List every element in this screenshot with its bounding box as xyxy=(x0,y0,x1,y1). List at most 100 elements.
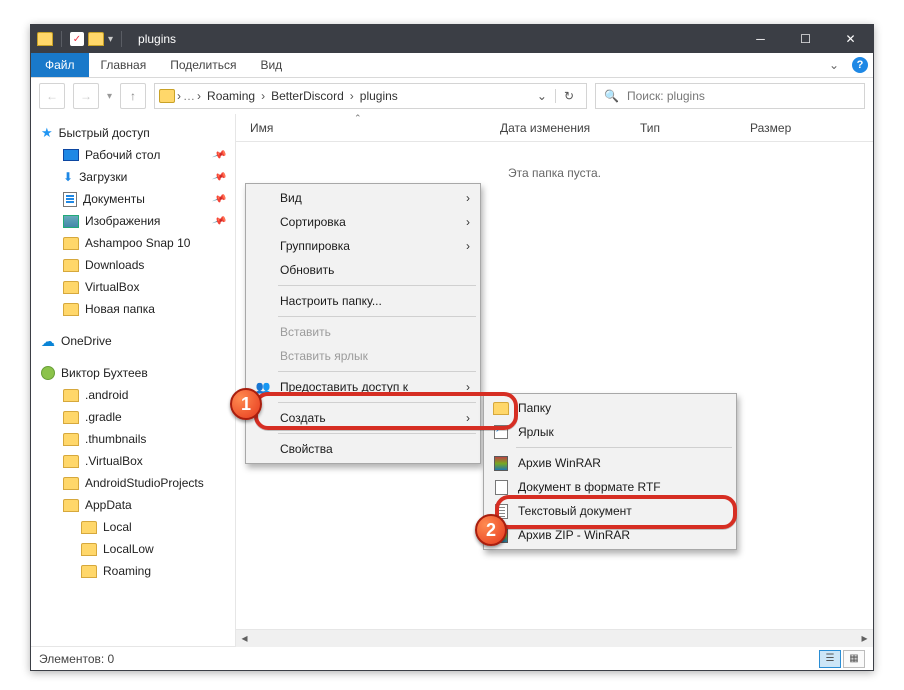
folder-icon xyxy=(63,259,79,272)
context-menu: Вид› Сортировка› Группировка› Обновить Н… xyxy=(245,183,481,464)
folder-icon xyxy=(63,477,79,490)
cloud-icon: ☁ xyxy=(41,333,55,350)
sidebar-pictures[interactable]: Изображения📌 xyxy=(31,210,235,232)
new-folder-qat-icon[interactable] xyxy=(88,32,104,46)
folder-icon xyxy=(63,455,79,468)
recent-dropdown-icon[interactable]: ▾ xyxy=(107,91,112,102)
folder-icon xyxy=(63,433,79,446)
shortcut-icon xyxy=(492,424,510,440)
close-button[interactable]: ✕ xyxy=(828,25,873,53)
menu-create[interactable]: Создать› xyxy=(248,406,478,430)
file-tab[interactable]: Файл xyxy=(31,53,89,77)
folder-icon xyxy=(63,281,79,294)
document-icon xyxy=(63,192,77,207)
submenu-zip[interactable]: Архив ZIP - WinRAR xyxy=(486,523,734,547)
sidebar-item[interactable]: Новая папка xyxy=(31,298,235,320)
submenu-folder[interactable]: Папку xyxy=(486,396,734,420)
sidebar-item[interactable]: .gradle xyxy=(31,406,235,428)
search-placeholder: Поиск: plugins xyxy=(627,89,705,103)
forward-button[interactable]: → xyxy=(73,83,99,109)
address-bar[interactable]: › … › Roaming › BetterDiscord › plugins … xyxy=(154,83,587,109)
create-submenu: Папку Ярлык Архив WinRAR Документ в форм… xyxy=(483,393,737,550)
sidebar-item[interactable]: Roaming xyxy=(31,560,235,582)
menu-share-access[interactable]: 👥Предоставить доступ к› xyxy=(248,375,478,399)
menu-customize[interactable]: Настроить папку... xyxy=(248,289,478,313)
menu-refresh[interactable]: Обновить xyxy=(248,258,478,282)
tab-share[interactable]: Поделиться xyxy=(158,53,248,77)
text-icon xyxy=(492,503,510,519)
pin-icon: 📌 xyxy=(211,147,227,162)
menu-sort[interactable]: Сортировка› xyxy=(248,210,478,234)
sidebar-documents[interactable]: Документы📌 xyxy=(31,188,235,210)
submenu-text[interactable]: Текстовый документ xyxy=(486,499,734,523)
folder-icon xyxy=(81,521,97,534)
folder-icon xyxy=(63,237,79,250)
sidebar-quick-access[interactable]: ★Быстрый доступ xyxy=(31,122,235,144)
sidebar-item[interactable]: Downloads xyxy=(31,254,235,276)
breadcrumb-plugins[interactable]: plugins xyxy=(356,89,402,103)
address-dropdown-icon[interactable]: ⌄ xyxy=(531,89,553,103)
tab-view[interactable]: Вид xyxy=(248,53,294,77)
properties-qat-icon[interactable]: ✓ xyxy=(70,32,84,46)
separator xyxy=(121,31,122,47)
breadcrumb-roaming[interactable]: Roaming xyxy=(203,89,259,103)
scroll-right-icon[interactable]: ▸ xyxy=(856,630,873,647)
sidebar-item[interactable]: .android xyxy=(31,384,235,406)
ribbon-expand-icon[interactable]: ⌄ xyxy=(821,53,847,77)
column-size[interactable]: Размер xyxy=(736,121,791,135)
sidebar-appdata[interactable]: AppData xyxy=(31,494,235,516)
sidebar-item[interactable]: .thumbnails xyxy=(31,428,235,450)
horizontal-scrollbar[interactable]: ◂ ▸ xyxy=(236,629,873,646)
submenu-rtf[interactable]: Документ в формате RTF xyxy=(486,475,734,499)
sidebar-item[interactable]: LocalLow xyxy=(31,538,235,560)
sidebar-item[interactable]: VirtualBox xyxy=(31,276,235,298)
menu-separator xyxy=(278,371,476,372)
back-button[interactable]: ← xyxy=(39,83,65,109)
help-button[interactable]: ? xyxy=(847,53,873,77)
navigation-pane: ★Быстрый доступ Рабочий стол📌 ⬇Загрузки📌… xyxy=(31,114,236,646)
menu-paste: Вставить xyxy=(248,320,478,344)
up-button[interactable]: ↑ xyxy=(120,83,146,109)
scroll-left-icon[interactable]: ◂ xyxy=(236,630,253,647)
details-view-button[interactable]: ☰ xyxy=(819,650,841,668)
breadcrumb-betterdiscord[interactable]: BetterDiscord xyxy=(267,89,348,103)
menu-separator xyxy=(278,433,476,434)
submenu-shortcut[interactable]: Ярлык xyxy=(486,420,734,444)
maximize-button[interactable]: ☐ xyxy=(783,25,828,53)
download-icon: ⬇ xyxy=(63,170,73,184)
submenu-winrar[interactable]: Архив WinRAR xyxy=(486,451,734,475)
zip-icon xyxy=(492,527,510,543)
rtf-icon xyxy=(492,479,510,495)
sidebar-downloads[interactable]: ⬇Загрузки📌 xyxy=(31,166,235,188)
share-icon: 👥 xyxy=(254,379,272,395)
sidebar-user[interactable]: Виктор Бухтеев xyxy=(31,362,235,384)
menu-separator xyxy=(278,285,476,286)
sort-indicator-icon: ⌃ xyxy=(354,113,362,124)
sidebar-item[interactable]: AndroidStudioProjects xyxy=(31,472,235,494)
pin-icon: 📌 xyxy=(211,191,227,206)
column-date[interactable]: Дата изменения xyxy=(486,121,626,135)
search-input[interactable]: 🔍 Поиск: plugins xyxy=(595,83,865,109)
menu-group[interactable]: Группировка› xyxy=(248,234,478,258)
sidebar-item[interactable]: .VirtualBox xyxy=(31,450,235,472)
sidebar-onedrive[interactable]: ☁OneDrive xyxy=(31,330,235,352)
sidebar-desktop[interactable]: Рабочий стол📌 xyxy=(31,144,235,166)
status-bar: Элементов: 0 ☰ ▦ xyxy=(31,646,873,670)
menu-separator xyxy=(278,316,476,317)
menu-properties[interactable]: Свойства xyxy=(248,437,478,461)
minimize-button[interactable]: ─ xyxy=(738,25,783,53)
pin-icon: 📌 xyxy=(211,169,227,184)
refresh-button[interactable]: ↻ xyxy=(555,89,582,103)
folder-icon xyxy=(159,89,175,103)
qat-dropdown-icon[interactable]: ▾ xyxy=(108,34,113,45)
star-icon: ★ xyxy=(41,125,53,141)
menu-view[interactable]: Вид› xyxy=(248,186,478,210)
tab-home[interactable]: Главная xyxy=(89,53,159,77)
folder-icon xyxy=(37,32,53,46)
sidebar-item[interactable]: Local xyxy=(31,516,235,538)
icons-view-button[interactable]: ▦ xyxy=(843,650,865,668)
sidebar-item[interactable]: Ashampoo Snap 10 xyxy=(31,232,235,254)
folder-icon xyxy=(63,499,79,512)
column-type[interactable]: Тип xyxy=(626,121,736,135)
desktop-icon xyxy=(63,149,79,161)
